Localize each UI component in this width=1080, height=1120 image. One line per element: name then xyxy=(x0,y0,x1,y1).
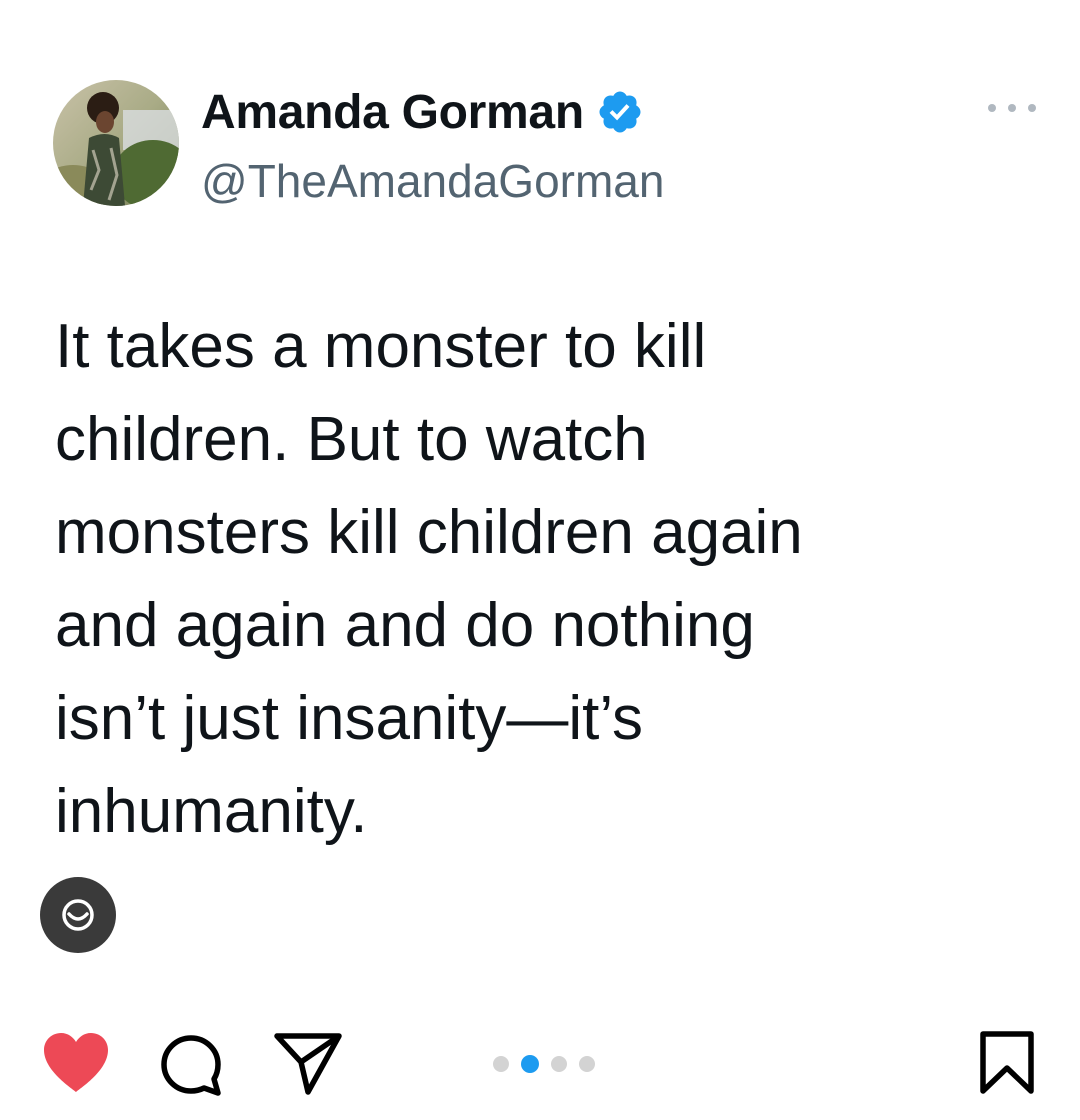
bookmark-icon[interactable] xyxy=(978,1030,1036,1096)
tweet-text-line: isn’t just insanity—it’s xyxy=(55,684,644,753)
comment-icon[interactable] xyxy=(158,1032,224,1098)
threads-icon[interactable] xyxy=(40,877,116,953)
tweet-text-line: inhumanity. xyxy=(55,777,368,846)
display-name[interactable]: Amanda Gorman xyxy=(201,85,584,140)
post-image: Amanda Gorman @TheAmandaGorman It takes … xyxy=(0,0,1080,995)
tweet-text-line: It takes a monster to kill xyxy=(55,312,707,381)
avatar-photo xyxy=(53,80,179,206)
ellipsis-dot xyxy=(1028,104,1036,112)
verified-badge-icon xyxy=(596,88,644,136)
heart-icon[interactable] xyxy=(40,1030,112,1096)
carousel-dot xyxy=(493,1056,509,1072)
carousel-indicator xyxy=(493,1054,607,1074)
tweet-text-line: children. But to watch xyxy=(55,405,648,474)
user-handle[interactable]: @TheAmandaGorman xyxy=(201,154,664,208)
paper-plane-icon[interactable] xyxy=(272,1030,344,1096)
avatar[interactable] xyxy=(53,80,179,206)
tweet-text: It takes a monster to kill children. But… xyxy=(55,300,1015,858)
carousel-dot xyxy=(551,1056,567,1072)
ellipsis-dot xyxy=(1008,104,1016,112)
carousel-dot xyxy=(579,1056,595,1072)
tweet-text-line: and again and do nothing xyxy=(55,591,755,660)
tweet-text-line: monsters kill children again xyxy=(55,498,803,567)
ellipsis-dot xyxy=(988,104,996,112)
ellipsis-icon[interactable] xyxy=(988,98,1036,118)
carousel-dot-active xyxy=(521,1055,539,1073)
